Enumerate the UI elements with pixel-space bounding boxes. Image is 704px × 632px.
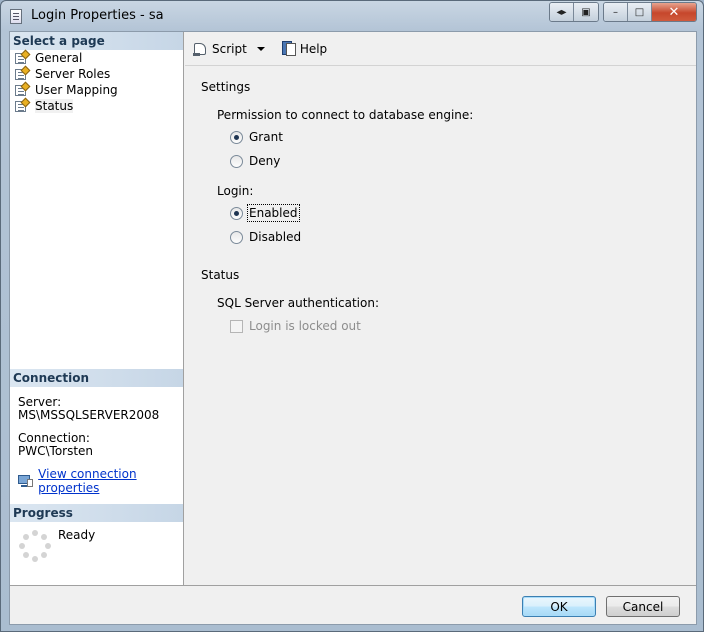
ok-button[interactable]: OK xyxy=(522,596,596,617)
page-item-label: General xyxy=(35,51,83,65)
deny-radio-button[interactable] xyxy=(230,154,243,168)
enabled-label: Enabled xyxy=(247,204,300,222)
grant-radio-button[interactable] xyxy=(230,130,243,144)
disabled-label: Disabled xyxy=(249,230,302,244)
server-value: MS\MSSQLSERVER2008 xyxy=(18,408,160,422)
restore-doc-icon[interactable]: ▣ xyxy=(574,3,598,21)
view-connection-link[interactable]: View connection properties xyxy=(38,467,183,495)
locked-out-checkbox xyxy=(230,319,243,333)
locked-out-checkbox-row: Login is locked out xyxy=(230,319,361,333)
cancel-button[interactable]: Cancel xyxy=(606,596,680,617)
grant-label: Grant xyxy=(249,130,283,144)
progress-spinner-icon xyxy=(19,530,51,562)
connection-value: PWC\Torsten xyxy=(18,444,94,458)
window-icon xyxy=(10,9,22,24)
page-icon xyxy=(14,81,31,97)
right-pane: Script Help Settings Permission to conne… xyxy=(185,32,696,585)
page-item-label: Server Roles xyxy=(35,67,111,81)
help-button[interactable]: Help xyxy=(281,40,328,57)
page-item-label: Status xyxy=(35,99,74,113)
dialog-client: Select a page General Server Roles User … xyxy=(9,31,697,625)
grant-radio[interactable]: Grant xyxy=(230,130,283,144)
connection-properties-icon xyxy=(18,474,33,488)
window-title: Login Properties - sa xyxy=(31,8,164,23)
close-button[interactable]: ✕ xyxy=(652,3,696,21)
view-connection-properties[interactable]: View connection properties xyxy=(10,467,183,495)
page-icon xyxy=(14,97,31,113)
deny-radio[interactable]: Deny xyxy=(230,154,280,168)
page-item-user-mapping[interactable]: User Mapping xyxy=(10,81,183,98)
login-label: Login: xyxy=(217,184,254,198)
progress-header: Progress xyxy=(10,504,183,522)
maximize-button[interactable]: □ xyxy=(628,3,652,21)
disabled-radio-button[interactable] xyxy=(230,230,243,244)
title-bar[interactable]: Login Properties - sa ◂▸ ▣ – □ ✕ xyxy=(1,1,703,31)
enabled-radio[interactable]: Enabled xyxy=(230,204,300,222)
page-item-general[interactable]: General xyxy=(10,49,183,66)
help-icon xyxy=(281,40,297,57)
minimize-button[interactable]: – xyxy=(604,3,628,21)
toolbar: Script Help xyxy=(185,32,696,66)
progress-status: Ready xyxy=(58,528,96,542)
progress-section: Progress Ready xyxy=(10,504,183,562)
locked-out-label: Login is locked out xyxy=(249,319,361,333)
code-view-icon[interactable]: ◂▸ xyxy=(550,3,574,21)
settings-title: Settings xyxy=(201,80,251,94)
sql-auth-label: SQL Server authentication: xyxy=(217,296,380,310)
status-title: Status xyxy=(201,268,240,282)
page-item-server-roles[interactable]: Server Roles xyxy=(10,65,183,82)
script-label: Script xyxy=(212,41,247,56)
deny-label: Deny xyxy=(249,154,281,168)
script-icon xyxy=(193,41,209,57)
page-item-status[interactable]: Status xyxy=(10,97,183,114)
login-properties-window: Login Properties - sa ◂▸ ▣ – □ ✕ Select … xyxy=(0,0,704,632)
page-icon xyxy=(14,49,31,65)
page-icon xyxy=(14,65,31,81)
page-item-label: User Mapping xyxy=(35,83,118,97)
script-button[interactable]: Script xyxy=(193,41,273,57)
disabled-radio[interactable]: Disabled xyxy=(230,230,301,244)
connection-section: Connection Server: MS\MSSQLSERVER2008 Co… xyxy=(10,369,183,495)
select-page-header: Select a page xyxy=(10,32,183,50)
left-pane: Select a page General Server Roles User … xyxy=(10,32,184,585)
enabled-radio-button[interactable] xyxy=(230,206,243,220)
permission-label: Permission to connect to database engine… xyxy=(217,108,474,122)
button-bar: OK Cancel xyxy=(10,585,696,624)
help-label: Help xyxy=(299,41,328,56)
chevron-down-icon[interactable] xyxy=(256,46,265,51)
connection-header: Connection xyxy=(10,369,183,387)
